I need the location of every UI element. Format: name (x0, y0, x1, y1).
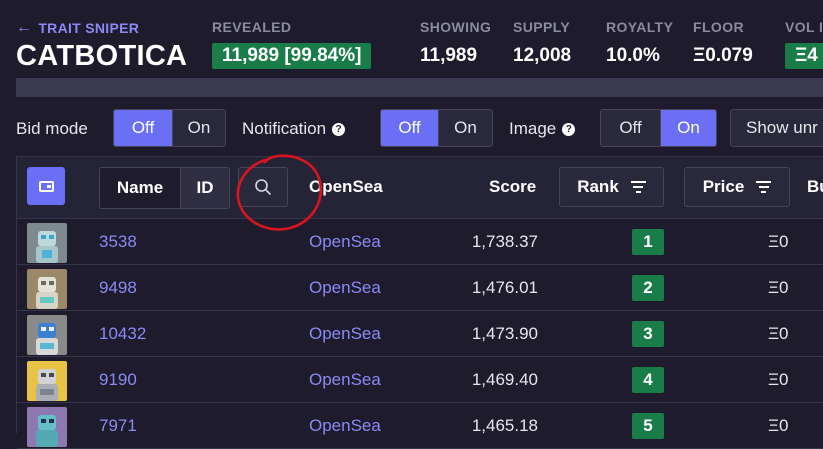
stat-label: SHOWING (420, 19, 492, 35)
notification-label-text: Notification (242, 119, 327, 138)
buy-column-header: Bu (807, 177, 823, 196)
stat-label: VOL I (785, 19, 823, 35)
bid-mode-on-button[interactable]: On (172, 110, 225, 146)
filter-icon (756, 178, 772, 196)
token-name-link[interactable]: 9190 (99, 370, 137, 390)
notification-label: Notification ? (242, 119, 346, 139)
rank-badge: 5 (632, 413, 664, 439)
annotation-circle (236, 154, 323, 231)
bid-mode-label: Bid mode (16, 119, 88, 138)
notification-off-button[interactable]: Off (381, 110, 438, 146)
image-off-button[interactable]: Off (601, 110, 660, 146)
stat-showing: SHOWING 11,989 (420, 19, 491, 67)
notification-toggle: Off On (380, 109, 493, 147)
price-value: Ξ0 (768, 416, 789, 435)
score-value: 1,738.37 (471, 232, 538, 251)
stat-revealed: REVEALED 11,989 [99.84%] (212, 19, 372, 69)
token-name-link[interactable]: 3538 (99, 232, 137, 252)
stat-value: 11,989 (420, 45, 478, 66)
price-label: Price (702, 177, 745, 196)
progress-divider (16, 78, 823, 97)
bid-mode-toggle: Off On (113, 109, 226, 147)
collection-title: CATBOTICA (16, 40, 188, 72)
table-row[interactable]: 10432 OpenSea 1,473.90 3 Ξ0 (17, 311, 823, 357)
nft-thumbnail[interactable] (27, 223, 67, 263)
stat-value: Ξ0.079 (693, 45, 753, 66)
stat-volume: VOL I Ξ4 (785, 19, 823, 69)
rank-label: Rank (577, 177, 619, 196)
back-link-label: TRAIT SNIPER (38, 20, 140, 36)
help-icon[interactable]: ? (332, 122, 346, 136)
stat-label: REVEALED (212, 19, 292, 35)
price-value: Ξ0 (768, 232, 789, 251)
score-value: 1,476.01 (471, 278, 538, 297)
nft-thumbnail[interactable] (27, 407, 67, 447)
nft-thumbnail[interactable] (27, 315, 67, 355)
back-link[interactable]: ← TRAIT SNIPER (16, 19, 139, 37)
stat-royalty: ROYALTY 10.0% (606, 19, 673, 67)
score-value: 1,473.90 (471, 324, 538, 343)
table-row[interactable]: 9498 OpenSea 1,476.01 2 Ξ0 (17, 265, 823, 311)
rank-sort-button[interactable]: Rank (559, 167, 664, 207)
opensea-link[interactable]: OpenSea (309, 324, 381, 344)
token-name-link[interactable]: 10432 (99, 324, 146, 344)
score-value: 1,469.40 (471, 370, 538, 389)
token-name-link[interactable]: 9498 (99, 278, 137, 298)
table-row[interactable]: 9190 OpenSea 1,469.40 4 Ξ0 (17, 357, 823, 403)
stat-value: Ξ4 (785, 43, 823, 69)
token-name-link[interactable]: 7971 (99, 416, 137, 436)
opensea-link[interactable]: OpenSea (309, 370, 381, 390)
rank-badge: 4 (632, 367, 664, 393)
stat-label: SUPPLY (513, 19, 571, 35)
nft-thumbnail[interactable] (27, 361, 67, 401)
opensea-link[interactable]: OpenSea (309, 278, 381, 298)
image-toggle: Off On (600, 109, 717, 147)
score-value: 1,465.18 (471, 416, 538, 435)
help-icon[interactable]: ? (562, 122, 576, 136)
image-on-button[interactable]: On (660, 110, 716, 146)
nft-thumbnail[interactable] (27, 269, 67, 309)
stat-value: 11,989 [99.84%] (212, 43, 372, 69)
id-sort-button[interactable]: ID (180, 168, 229, 208)
wallet-icon (38, 180, 54, 192)
table-row[interactable]: 7971 OpenSea 1,465.18 5 Ξ0 (17, 403, 823, 449)
price-sort-button[interactable]: Price (684, 167, 790, 207)
stat-value: 12,008 (513, 45, 572, 66)
stat-label: ROYALTY (606, 19, 674, 35)
results-table: Name ID OpenSea Score Rank Price Bu 3538… (16, 156, 823, 449)
rank-badge: 2 (632, 275, 664, 301)
table-header: Name ID OpenSea Score Rank Price Bu (17, 157, 823, 219)
opensea-link[interactable]: OpenSea (309, 416, 381, 436)
score-column-header: Score (489, 177, 537, 196)
image-label-text: Image (509, 119, 557, 138)
rank-badge: 3 (632, 321, 664, 347)
stat-supply: SUPPLY 12,008 (513, 19, 571, 67)
notification-on-button[interactable]: On (438, 110, 492, 146)
name-sort-button[interactable]: Name (100, 168, 180, 208)
image-label: Image ? (509, 119, 576, 139)
wallet-button[interactable] (27, 167, 65, 205)
bid-mode-off-button[interactable]: Off (114, 110, 172, 146)
stat-label: FLOOR (693, 19, 744, 35)
show-unrevealed-button[interactable]: Show unr (730, 109, 823, 147)
filter-icon (630, 178, 646, 196)
arrow-left-icon: ← (16, 19, 33, 36)
table-row[interactable]: 3538 OpenSea 1,738.37 1 Ξ0 (17, 219, 823, 265)
stat-floor: FLOOR Ξ0.079 (693, 19, 753, 67)
name-id-sort-group: Name ID (99, 167, 230, 209)
price-value: Ξ0 (768, 324, 789, 343)
price-value: Ξ0 (768, 278, 789, 297)
price-value: Ξ0 (768, 370, 789, 389)
rank-badge: 1 (632, 229, 664, 255)
stat-value: 10.0% (606, 45, 660, 66)
